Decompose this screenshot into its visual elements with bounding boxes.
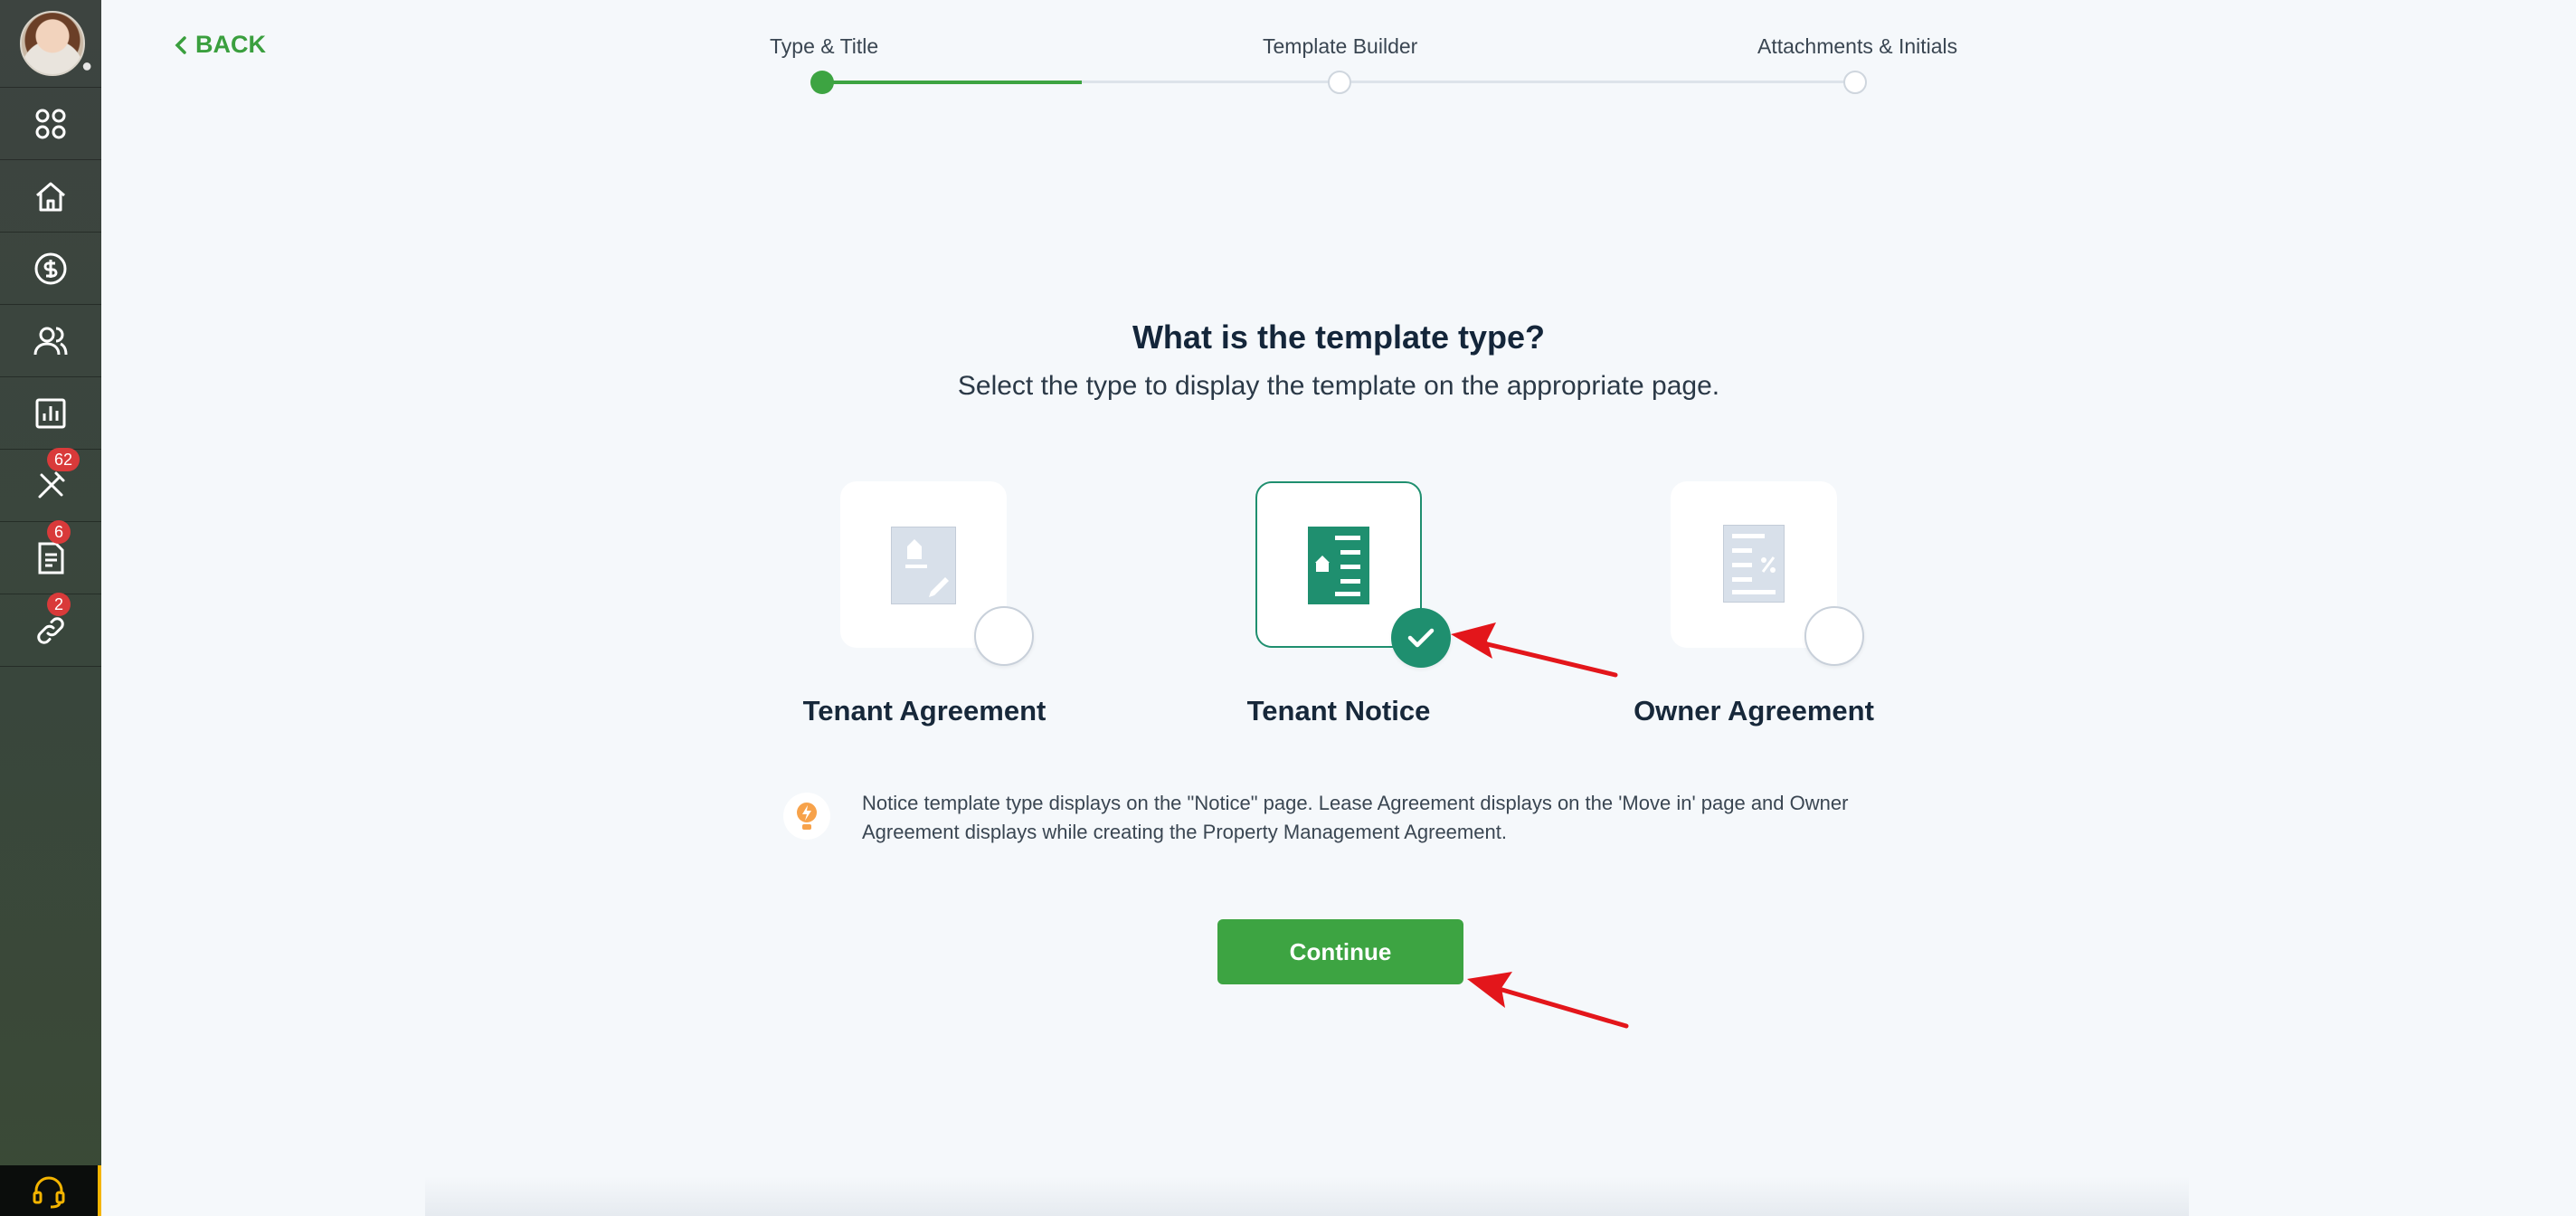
lightbulb-icon bbox=[797, 803, 817, 830]
document-icon bbox=[38, 542, 64, 575]
step-dot-template-builder[interactable] bbox=[1328, 71, 1351, 94]
agreement-doc-icon bbox=[891, 527, 956, 604]
annotation-arrow-icon bbox=[1467, 972, 1629, 1029]
option-radio-owner-agreement[interactable] bbox=[1804, 606, 1864, 666]
documents-count-badge: 6 bbox=[47, 520, 71, 544]
user-profile[interactable]: ● bbox=[0, 0, 101, 87]
sidebar-item-maintenance[interactable]: 62 bbox=[0, 448, 101, 522]
notice-doc-icon bbox=[1308, 527, 1369, 604]
tools-icon bbox=[38, 471, 65, 499]
sidebar: ● 62 6 2 bbox=[0, 0, 101, 1216]
sidebar-item-accounting[interactable] bbox=[0, 232, 101, 305]
option-card-tenant-notice[interactable] bbox=[1255, 481, 1451, 668]
maintenance-count-badge: 62 bbox=[47, 448, 80, 471]
option-label-tenant-agreement: Tenant Agreement bbox=[802, 695, 1046, 727]
home-icon bbox=[36, 182, 65, 212]
back-label: BACK bbox=[195, 31, 266, 58]
sidebar-divider bbox=[0, 666, 101, 667]
option-label-tenant-notice: Tenant Notice bbox=[1246, 695, 1431, 727]
page-title: What is the template type? bbox=[1132, 318, 1546, 356]
bottom-panel-shadow bbox=[425, 1176, 2189, 1216]
headset-icon bbox=[33, 1176, 65, 1209]
tip-text: Notice template type displays on the "No… bbox=[862, 792, 1849, 843]
sidebar-item-apps[interactable] bbox=[0, 87, 101, 160]
stepper-progress bbox=[822, 81, 1082, 84]
option-radio-tenant-notice[interactable] bbox=[1391, 608, 1451, 668]
page-subtitle: Select the type to display the template … bbox=[957, 371, 1720, 401]
sidebar-item-home[interactable] bbox=[0, 159, 101, 233]
avatar[interactable] bbox=[20, 11, 85, 76]
tip-badge bbox=[783, 793, 830, 840]
link-icon bbox=[37, 617, 64, 644]
annotation-arrow-icon bbox=[1451, 622, 1618, 678]
step-dot-attachments[interactable] bbox=[1843, 71, 1867, 94]
apps-grid-icon bbox=[35, 109, 66, 139]
links-count-badge: 2 bbox=[47, 593, 71, 616]
step-label-template-builder: Template Builder bbox=[1263, 34, 1418, 58]
option-label-owner-agreement: Owner Agreement bbox=[1634, 695, 1874, 727]
support-button[interactable] bbox=[0, 1165, 101, 1216]
step-dot-type-title[interactable] bbox=[810, 71, 834, 94]
option-radio-tenant-agreement[interactable] bbox=[974, 606, 1034, 666]
step-label-type-title: Type & Title bbox=[770, 34, 879, 58]
checkmark-icon bbox=[1407, 628, 1435, 648]
chevron-left-icon bbox=[175, 35, 186, 54]
owner-doc-icon bbox=[1723, 525, 1785, 603]
option-card-owner-agreement[interactable] bbox=[1671, 481, 1864, 666]
sidebar-item-documents[interactable]: 6 bbox=[0, 520, 101, 594]
back-link[interactable]: BACK bbox=[174, 31, 266, 59]
sidebar-item-links[interactable]: 2 bbox=[0, 593, 101, 667]
option-card-tenant-agreement[interactable] bbox=[840, 481, 1034, 666]
continue-button[interactable]: Continue bbox=[1217, 919, 1463, 984]
step-label-attachments: Attachments & Initials bbox=[1757, 34, 1958, 58]
dollar-icon bbox=[34, 252, 67, 285]
